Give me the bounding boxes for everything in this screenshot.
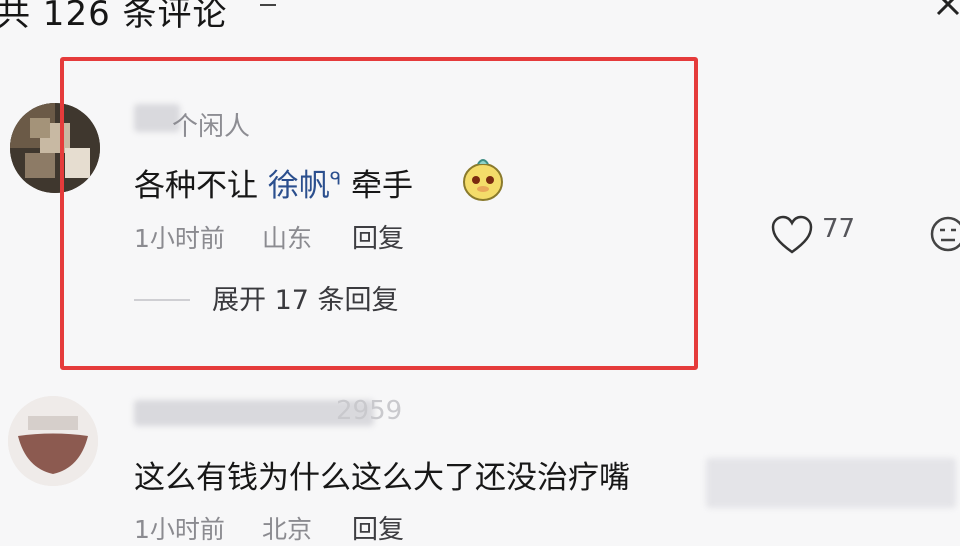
heart-icon[interactable] xyxy=(770,214,814,256)
avatar-image xyxy=(8,396,98,486)
highlight-box xyxy=(60,57,698,370)
comment-count-title: 共 126 条评论 xyxy=(0,0,228,34)
comment-text: 这么有钱为什么这么大了还没治疗嘴 xyxy=(134,460,630,496)
username[interactable]: 2959 xyxy=(336,396,402,426)
avatar[interactable] xyxy=(8,396,98,486)
reply-button[interactable]: 回复 xyxy=(352,509,404,546)
like-count: 77 xyxy=(822,214,856,244)
comment-location: 北京 xyxy=(262,515,313,544)
comment-time: 1小时前 xyxy=(134,515,225,544)
close-icon[interactable] xyxy=(934,0,960,18)
dislike-face-icon[interactable] xyxy=(928,214,960,254)
text-mosaic xyxy=(706,458,956,508)
filter-lines-icon[interactable] xyxy=(258,0,278,10)
